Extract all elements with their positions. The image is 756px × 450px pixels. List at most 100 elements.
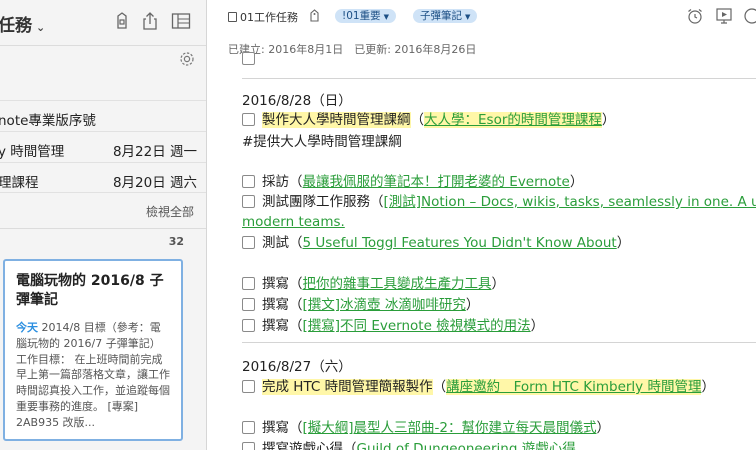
note-link[interactable]: Guild of Dungeoneering 遊戲心得 [357, 441, 576, 450]
divider [0, 228, 206, 229]
reminder-date: 8月20日 週六 [112, 175, 197, 191]
date-heading: 2016/8/28（日） [242, 93, 352, 109]
view-options-icon[interactable] [171, 11, 191, 31]
checkbox[interactable] [242, 319, 255, 332]
paren: （ [410, 112, 425, 128]
reminder-list: note專業版序號 y 時間管理 8月22日 週一 理課程 8月20日 週六 [0, 100, 206, 193]
reminder-item[interactable]: y 時間管理 8月22日 週一 [0, 131, 206, 162]
chevron-down-icon: ⌄ [36, 21, 46, 34]
note-link[interactable]: 最讓我佩服的筆記本！打開老婆的 Evernote [303, 174, 570, 190]
reminder-title: 理課程 [0, 175, 39, 191]
note-link[interactable]: 講座邀約＿Form HTC Kimberly 時間管理 [446, 379, 702, 395]
task-item: 撰寫遊戲心得（Guild of Dungeoneering 遊戲心得 [242, 439, 576, 450]
divider [242, 78, 756, 79]
gear-icon[interactable] [178, 50, 196, 68]
share-icon[interactable] [140, 11, 160, 31]
task-item: 撰寫（[撰文]冰滴壺 冰滴咖啡研究） [242, 295, 479, 315]
checkbox[interactable] [242, 298, 255, 311]
notebook-title[interactable]: 任務 ⌄ [0, 11, 45, 36]
task-item: 製作大人學時間管理課綱（大人學：Esor的時間管理課程） [242, 110, 615, 130]
checkbox[interactable] [242, 236, 255, 249]
note-metadata: 已建立: 2016年8月1日 已更新: 2016年8月26日 [228, 41, 476, 57]
paren: （ [432, 379, 447, 395]
task-text: 撰寫遊戲心得（ [262, 441, 357, 450]
note-card-date: 今天 [16, 321, 38, 334]
divider [242, 342, 756, 343]
notebook-selector[interactable]: 01工作任務 [228, 9, 298, 25]
reminder-date: 8月22日 週一 [112, 144, 197, 160]
info-icon[interactable] [743, 7, 756, 25]
task-item: 測試（5 Useful Toggl Features You Didn't Kn… [242, 233, 630, 253]
hashtag-line: #提供大人學時間管理課綱 [242, 134, 402, 150]
alarm-icon[interactable] [686, 7, 704, 25]
tag-label: !01重要 [342, 10, 381, 22]
paren: ） [596, 420, 611, 436]
paren: ） [569, 174, 584, 190]
shortcut-icon[interactable] [112, 11, 132, 31]
checkbox[interactable] [242, 421, 255, 434]
task-text: 撰寫（ [262, 420, 303, 436]
date-heading: 2016/8/27（六） [242, 359, 352, 375]
presentation-icon[interactable] [715, 7, 733, 25]
checkbox[interactable] [242, 175, 255, 188]
reminder-title: note專業版序號 [0, 113, 96, 129]
paren: ） [530, 318, 545, 334]
tag-label: 子彈筆記 [420, 10, 462, 22]
note-card-title: 電腦玩物的 2016/8 子彈筆記 [16, 273, 164, 308]
notebook-name: 01工作任務 [240, 11, 298, 24]
note-link[interactable]: 5 Useful Toggl Features You Didn't Know … [303, 235, 617, 251]
checkbox[interactable] [242, 195, 255, 208]
checkbox[interactable] [242, 52, 255, 65]
chevron-down-icon: ▼ [383, 13, 389, 21]
task-text: 測試團隊工作服務（ [262, 194, 384, 210]
task-text: 撰寫（ [262, 297, 303, 313]
task-item [242, 49, 262, 69]
task-item: 撰寫（[撰寫]不同 Evernote 檢視模式的用法） [242, 316, 544, 336]
note-list-header: 任務 ⌄ [0, 0, 206, 45]
notebook-title-text: 任務 [0, 16, 32, 36]
tag-icon[interactable] [308, 9, 321, 22]
tag-important[interactable]: !01重要 ▼ [335, 9, 396, 23]
paren: ） [491, 276, 506, 292]
tag-bullet-journal[interactable]: 子彈筆記 ▼ [413, 9, 478, 23]
note-link[interactable]: 把你的雜事工具變成生產力工具 [303, 276, 492, 292]
paren: ） [465, 297, 480, 313]
paren: ） [701, 379, 715, 395]
task-text: 製作大人學時間管理課綱 [262, 112, 411, 128]
note-link[interactable]: [測試]Notion – Docs, wikis, tasks, seamles… [384, 194, 756, 210]
task-text: 採訪（ [262, 174, 303, 190]
note-link[interactable]: [擬大綱]晨型人三部曲-2：幫你建立每天晨間儀式 [303, 420, 597, 436]
note-link[interactable]: 大人學：Esor的時間管理課程 [424, 112, 602, 128]
note-toolbar: 01工作任務 !01重要 ▼ 子彈筆記 ▼ [208, 0, 756, 34]
updated-date: 已更新: 2016年8月26日 [354, 43, 477, 56]
note-card-selected[interactable]: 電腦玩物的 2016/8 子彈筆記 今天 2014/8 目標（參考：電腦玩物的 … [3, 259, 183, 441]
note-link[interactable]: [撰文]冰滴壺 冰滴咖啡研究 [303, 297, 466, 313]
reminder-item[interactable]: 理課程 8月20日 週六 [0, 162, 206, 193]
chevron-down-icon: ▼ [465, 13, 471, 21]
checkbox[interactable] [242, 380, 255, 393]
task-item: 完成 HTC 時間管理簡報製作（講座邀約＿Form HTC Kimberly 時… [242, 377, 715, 397]
task-item-continued: modern teams. [242, 212, 345, 232]
notebook-icon [228, 12, 237, 22]
note-card-snippet-text: 2014/8 目標（參考：電腦玩物的 2016/7 子彈筆記） 工作目標： 在上… [16, 321, 170, 429]
task-item: 撰寫（[擬大綱]晨型人三部曲-2：幫你建立每天晨間儀式） [242, 418, 610, 438]
task-item: 撰寫（把你的雜事工具變成生產力工具） [242, 274, 505, 294]
task-text: 撰寫（ [262, 276, 303, 292]
reminder-title: y 時間管理 [0, 144, 65, 160]
note-list-panel: 任務 ⌄ note專業版序號 y 時間管理 8月22日 週一 理課程 8月20日 週六… [0, 0, 207, 450]
task-text: 完成 HTC 時間管理簡報製作 [262, 379, 433, 395]
view-all-link[interactable]: 檢視全部 [146, 203, 194, 220]
note-link[interactable]: [撰寫]不同 Evernote 檢視模式的用法 [303, 318, 531, 334]
task-item: 測試團隊工作服務（[測試]Notion – Docs, wikis, tasks… [242, 192, 756, 212]
paren: ） [616, 235, 631, 251]
checkbox[interactable] [242, 442, 255, 450]
reminder-item[interactable]: note專業版序號 [0, 100, 206, 131]
checkbox[interactable] [242, 277, 255, 290]
paren: ） [601, 112, 616, 128]
note-card-snippet: 今天 2014/8 目標（參考：電腦玩物的 2016/7 子彈筆記） 工作目標：… [16, 320, 171, 431]
task-text: 撰寫（ [262, 318, 303, 334]
checkbox[interactable] [242, 113, 255, 126]
note-link[interactable]: modern teams. [242, 214, 345, 230]
divider [0, 45, 206, 46]
task-text: 測試（ [262, 235, 303, 251]
